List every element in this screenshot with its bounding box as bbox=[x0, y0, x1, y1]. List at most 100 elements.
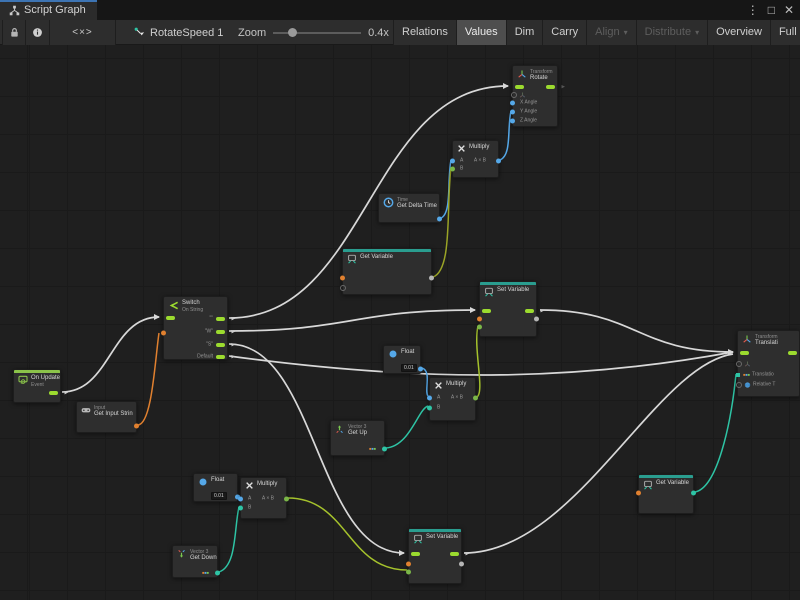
node-float-2[interactable]: Float0.01 bbox=[193, 473, 238, 502]
control-port[interactable] bbox=[546, 85, 555, 89]
node-header: Vector 3Get Down bbox=[173, 546, 217, 562]
chevron-right-icon: ▸ bbox=[231, 342, 235, 349]
data-port[interactable] bbox=[134, 424, 139, 429]
control-port[interactable] bbox=[216, 317, 225, 321]
toolbar-button-relations[interactable]: Relations bbox=[393, 20, 457, 45]
control-port[interactable] bbox=[450, 552, 459, 556]
control-port[interactable] bbox=[411, 552, 420, 556]
node-switch-on-string[interactable]: SwitchOn String""▸"W"▸"S"▸Default▸ bbox=[163, 296, 228, 360]
data-port[interactable] bbox=[161, 331, 166, 336]
node-title: Set Variable bbox=[497, 287, 529, 294]
toolbar-button-values[interactable]: Values bbox=[457, 20, 507, 45]
node-header: Float0.01 bbox=[194, 474, 237, 502]
control-port[interactable] bbox=[216, 355, 225, 359]
data-port[interactable] bbox=[450, 159, 455, 164]
inspect-button[interactable] bbox=[26, 20, 50, 45]
data-port[interactable] bbox=[284, 497, 289, 502]
vector3-down-icon bbox=[177, 549, 187, 559]
data-port[interactable] bbox=[340, 285, 346, 291]
control-port[interactable] bbox=[525, 309, 534, 313]
control-port[interactable] bbox=[216, 343, 225, 347]
node-multiply-3[interactable]: MultiplyABA × B bbox=[240, 477, 287, 519]
self-port[interactable] bbox=[511, 92, 517, 98]
node-on-update[interactable]: On UpdateEvent▸ bbox=[13, 369, 61, 403]
vector3-port[interactable] bbox=[382, 447, 387, 452]
data-port[interactable] bbox=[510, 110, 515, 115]
zoom-slider[interactable] bbox=[273, 20, 361, 45]
node-get-variable-2[interactable]: Get Variable bbox=[638, 474, 694, 514]
node-get-down[interactable]: Vector 3Get Down bbox=[172, 545, 218, 578]
data-port[interactable] bbox=[429, 276, 434, 281]
vector3-port[interactable] bbox=[215, 571, 220, 576]
node-text: SwitchOn String bbox=[182, 300, 203, 313]
data-port[interactable] bbox=[534, 317, 539, 322]
data-port[interactable] bbox=[496, 159, 501, 164]
node-value-field[interactable]: 0.01 bbox=[211, 492, 227, 500]
data-port[interactable] bbox=[459, 562, 464, 567]
node-get-delta-time[interactable]: TimeGet Delta Time bbox=[378, 193, 440, 223]
vector3-port[interactable] bbox=[736, 373, 740, 377]
data-port[interactable] bbox=[238, 506, 243, 511]
tab-label: Script Graph bbox=[24, 4, 86, 16]
control-port[interactable] bbox=[740, 351, 749, 355]
node-multiply-1[interactable]: MultiplyABA × B bbox=[452, 140, 499, 178]
node-accent-bar bbox=[14, 370, 60, 373]
graph-canvas[interactable]: On UpdateEvent▸ InputGet Input Strin Switc… bbox=[0, 45, 800, 600]
node-get-input-string[interactable]: InputGet Input Strin bbox=[76, 401, 137, 433]
maximize-icon[interactable]: □ bbox=[768, 0, 775, 20]
node-header: InputGet Input Strin bbox=[77, 402, 136, 418]
control-port[interactable] bbox=[515, 85, 524, 89]
control-port[interactable] bbox=[788, 351, 797, 355]
node-get-variable-1[interactable]: Get Variable bbox=[342, 248, 432, 295]
control-port[interactable] bbox=[49, 391, 58, 395]
toolbar-button-carry[interactable]: Carry bbox=[543, 20, 587, 45]
node-title: Get Variable bbox=[360, 254, 393, 261]
toolbar-button-dim[interactable]: Dim bbox=[507, 20, 544, 45]
data-port[interactable] bbox=[477, 317, 482, 322]
data-port[interactable] bbox=[418, 367, 423, 372]
toolbar-button-full-screen[interactable]: Full Screen bbox=[771, 20, 800, 45]
close-icon[interactable]: ✕ bbox=[784, 0, 794, 20]
control-port[interactable] bbox=[482, 309, 491, 313]
data-port[interactable] bbox=[427, 396, 432, 401]
toolbar-button-align[interactable]: Align▾ bbox=[587, 20, 636, 45]
data-port[interactable] bbox=[437, 217, 442, 222]
node-text: Get Variable bbox=[360, 254, 393, 261]
data-port[interactable] bbox=[340, 276, 345, 281]
node-float-1[interactable]: Float0.01 bbox=[383, 345, 421, 374]
data-port[interactable] bbox=[691, 491, 696, 496]
node-rotate[interactable]: TransformRotateX AngleY AngleZ Angle▸ bbox=[512, 65, 558, 127]
self-port[interactable] bbox=[736, 361, 742, 367]
graph-breadcrumb[interactable]: RotateSpeed 1 bbox=[134, 20, 223, 45]
data-port[interactable] bbox=[238, 497, 243, 502]
data-port[interactable] bbox=[510, 101, 515, 106]
data-port[interactable] bbox=[636, 491, 641, 496]
transform-dim-icon bbox=[744, 361, 751, 368]
port-label: B bbox=[248, 506, 251, 511]
data-port[interactable] bbox=[406, 562, 411, 567]
data-port[interactable] bbox=[473, 396, 478, 401]
node-value-field[interactable]: 0.01 bbox=[401, 364, 417, 372]
toolbar-button-distribute[interactable]: Distribute▾ bbox=[637, 20, 708, 45]
code-preview-button[interactable]: <×> bbox=[50, 20, 116, 45]
node-multiply-2[interactable]: MultiplyABA × B bbox=[429, 377, 476, 421]
node-translate[interactable]: TransformTranslatiTranslatioRelative T bbox=[737, 330, 800, 397]
tab-script-graph[interactable]: Script Graph bbox=[0, 0, 97, 20]
node-set-variable-2[interactable]: Set Variable▸ bbox=[408, 528, 462, 584]
data-port[interactable] bbox=[427, 406, 432, 411]
control-port[interactable] bbox=[216, 330, 225, 334]
kebab-menu-icon[interactable]: ⋮ bbox=[747, 0, 759, 20]
zoom-slider-thumb[interactable] bbox=[288, 28, 297, 37]
wire bbox=[464, 354, 733, 553]
data-port[interactable] bbox=[477, 325, 482, 330]
wire-arrow-icon bbox=[470, 307, 476, 313]
data-port[interactable] bbox=[406, 570, 411, 575]
node-set-variable-1[interactable]: Set Variable▸ bbox=[479, 281, 537, 337]
data-port[interactable] bbox=[450, 167, 455, 172]
toolbar-button-overview[interactable]: Overview bbox=[708, 20, 771, 45]
data-port[interactable] bbox=[510, 119, 515, 124]
node-get-up[interactable]: Vector 3Get Up bbox=[330, 420, 385, 456]
control-port[interactable] bbox=[166, 316, 175, 320]
relative-port[interactable] bbox=[736, 382, 742, 388]
lock-button[interactable] bbox=[2, 20, 26, 45]
